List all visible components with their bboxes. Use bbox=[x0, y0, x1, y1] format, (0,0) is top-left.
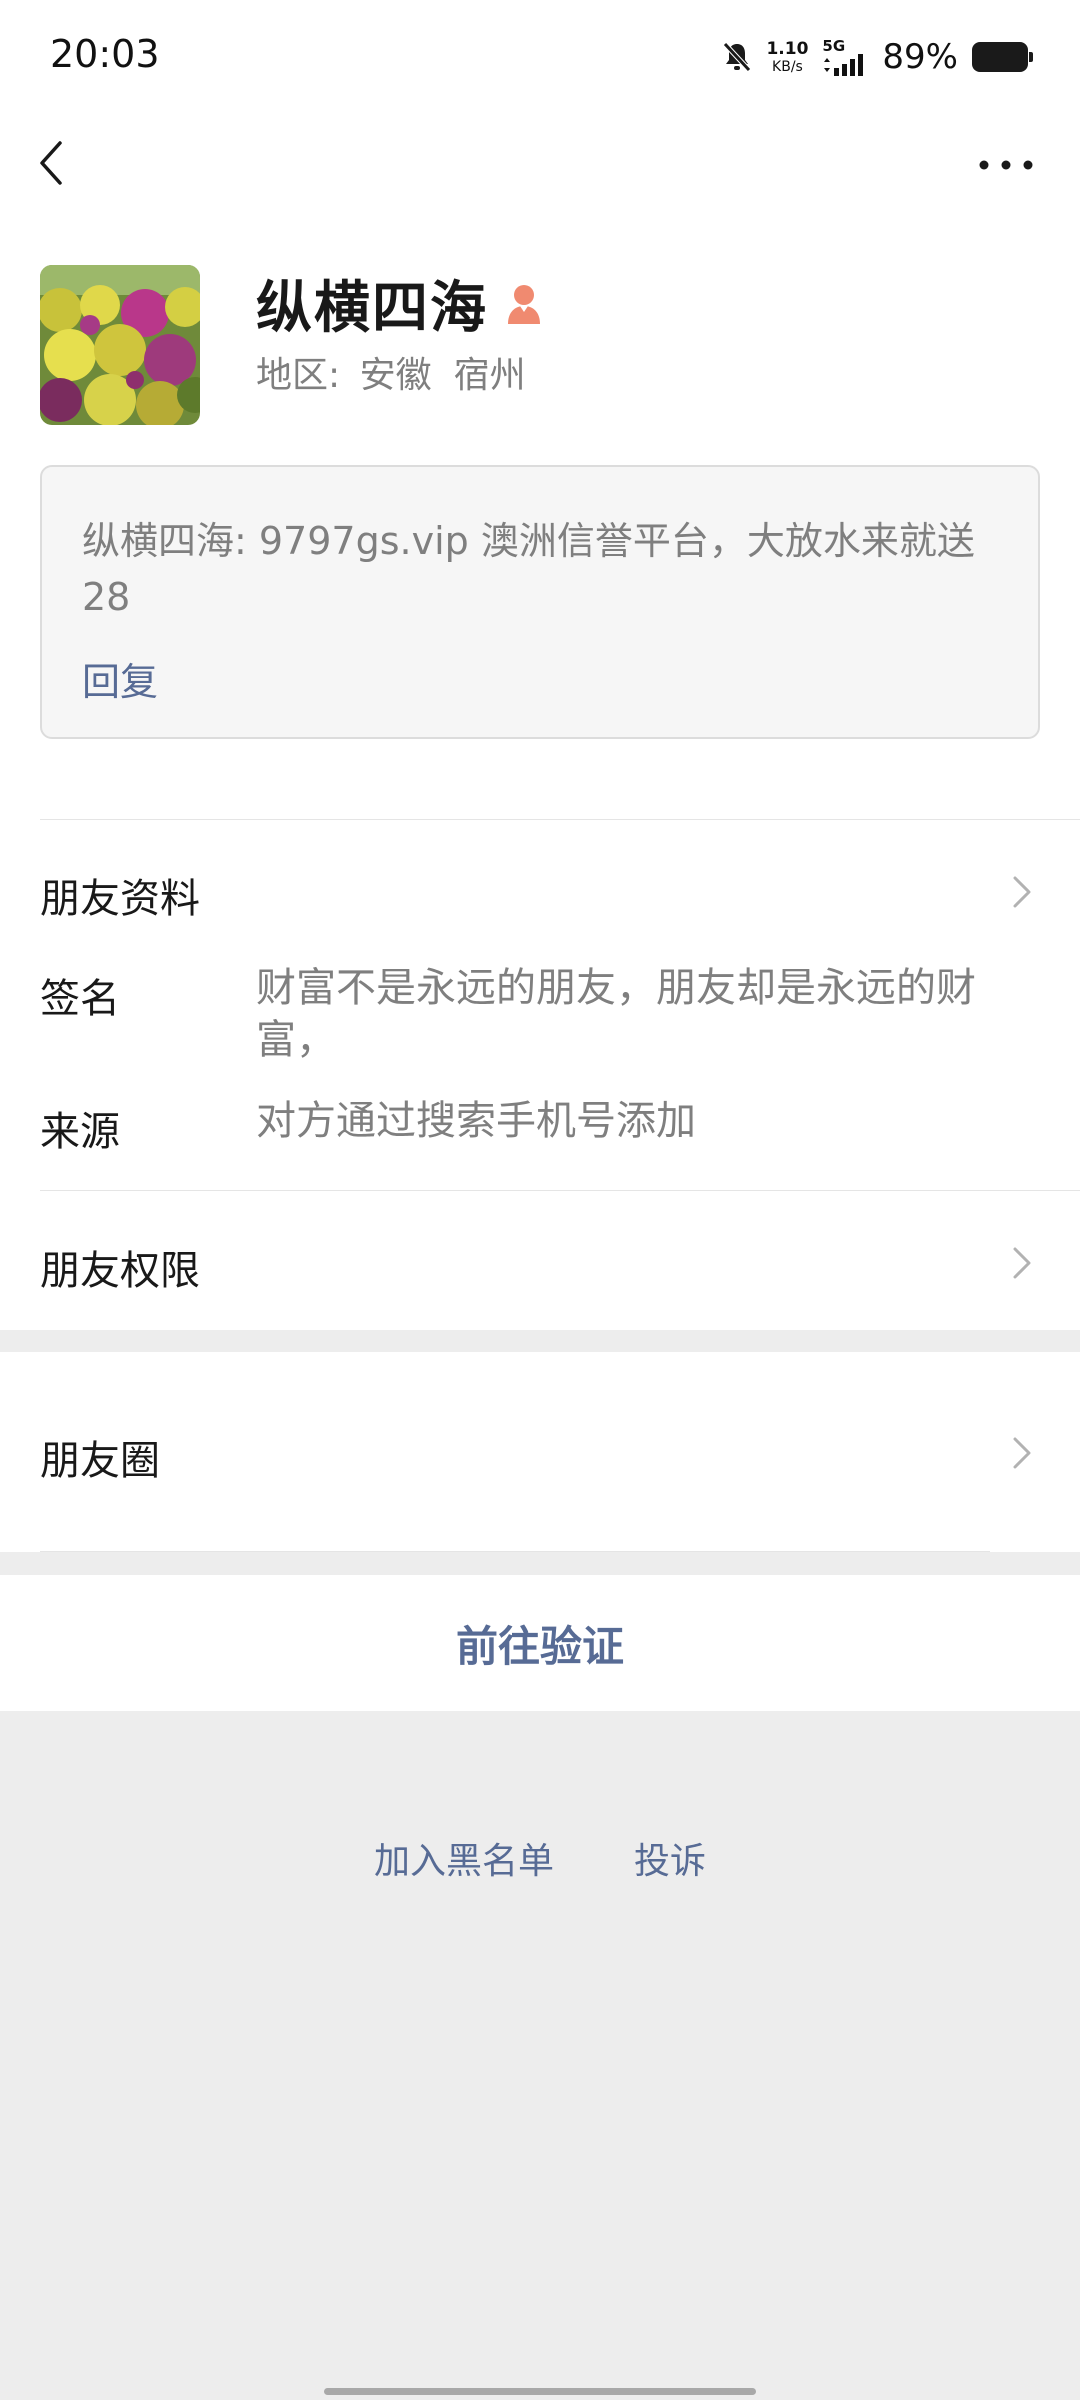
net-speed-value: 1.10 bbox=[766, 38, 809, 59]
divider bbox=[40, 1551, 990, 1552]
name-row: 纵横四海 bbox=[256, 263, 544, 344]
chevron-right-icon bbox=[1013, 1247, 1031, 1279]
moments-title[interactable]: 朋友圈 bbox=[40, 1428, 160, 1486]
verify-label: 前往验证 bbox=[455, 1621, 624, 1671]
female-icon bbox=[508, 284, 540, 324]
signal-group: 5G bbox=[822, 36, 868, 76]
region-province: 安徽 bbox=[359, 355, 432, 396]
contact-name: 纵横四海 bbox=[256, 276, 488, 341]
bell-muted-icon bbox=[723, 42, 752, 72]
bottom-links: 加入黑名单 投诉 bbox=[0, 1832, 1080, 1884]
net-speed-unit: KB/s bbox=[772, 58, 803, 75]
verification-message: 纵横四海: 9797gs.vip 澳洲信誉平台，大放水来就送28 bbox=[82, 519, 975, 619]
moments-section[interactable] bbox=[0, 1352, 1080, 1552]
friend-profile-title[interactable]: 朋友资料 bbox=[40, 866, 200, 924]
source-label: 来源 bbox=[40, 1109, 120, 1155]
home-indicator[interactable] bbox=[324, 2388, 756, 2395]
signature-value: 财富不是永远的朋友，朋友却是永远的财富， bbox=[256, 965, 976, 1063]
section-separator bbox=[0, 1330, 1080, 1352]
battery-percent: 89% bbox=[882, 37, 958, 77]
signature-label: 签名 bbox=[40, 976, 120, 1022]
status-time: 20:03 bbox=[50, 32, 160, 76]
divider bbox=[40, 1190, 1080, 1191]
region-label: 地区: bbox=[256, 355, 341, 396]
source-value: 对方通过搜索手机号添加 bbox=[256, 1098, 696, 1144]
chevron-right-icon bbox=[1013, 1437, 1031, 1469]
net-speed: 1.10 KB/s bbox=[766, 38, 809, 75]
region: 地区: 安徽 宿州 bbox=[256, 346, 526, 398]
friend-permissions-title[interactable]: 朋友权限 bbox=[40, 1238, 200, 1296]
back-icon[interactable] bbox=[32, 138, 72, 188]
add-to-blacklist-link[interactable]: 加入黑名单 bbox=[374, 1832, 554, 1884]
avatar[interactable] bbox=[40, 265, 200, 425]
more-icon[interactable] bbox=[976, 145, 1036, 185]
reply-link[interactable]: 回复 bbox=[82, 651, 998, 706]
verification-message-card: 纵横四海: 9797gs.vip 澳洲信誉平台，大放水来就送28 回复 bbox=[40, 465, 1040, 739]
chevron-right-icon bbox=[1013, 876, 1031, 908]
battery-icon bbox=[972, 42, 1033, 72]
avatar-image bbox=[40, 265, 200, 425]
status-icons: 1.10 KB/s 5G 89% bbox=[722, 34, 1033, 80]
status-bar: 20:03 1.10 KB/s 5G 89% bbox=[0, 0, 1080, 110]
network-type: 5G bbox=[822, 36, 846, 55]
divider bbox=[40, 819, 1080, 820]
report-link[interactable]: 投诉 bbox=[634, 1832, 706, 1884]
signal-icon bbox=[824, 53, 864, 76]
verify-button[interactable]: 前往验证 bbox=[0, 1575, 1080, 1711]
region-city: 宿州 bbox=[453, 355, 526, 396]
